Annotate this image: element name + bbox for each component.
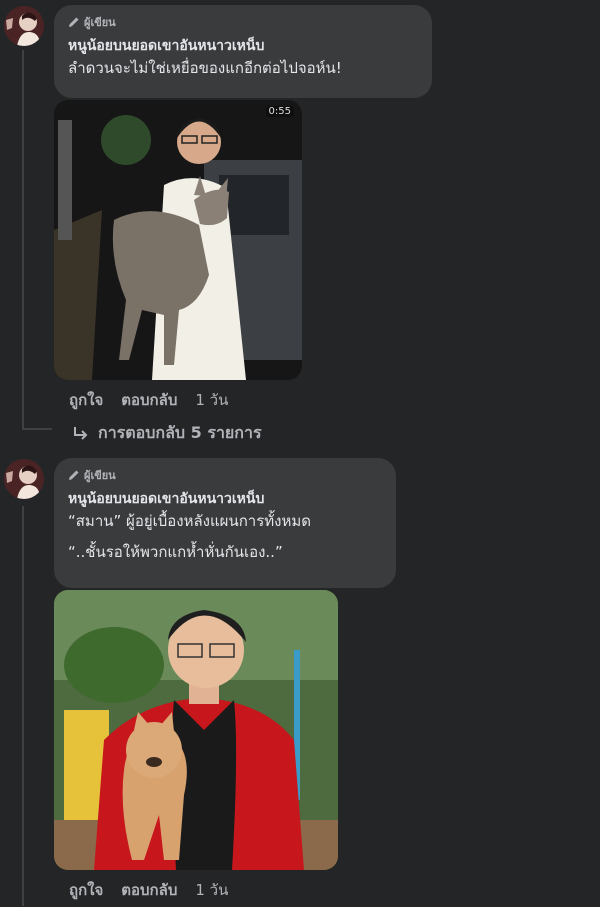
comment-bubble: ผู้เขียน หนูน้อยบนยอดเขาอันหนาวเหน็บ “สม… xyxy=(54,458,396,588)
thread-line xyxy=(22,50,24,428)
comment-text: “..ชั้นรอให้พวกแกห้ำหั่นกันเอง..” xyxy=(68,543,283,561)
pencil-icon xyxy=(69,17,79,27)
author-badge-label: ผู้เขียน xyxy=(84,16,116,29)
like-button[interactable]: ถูกใจ xyxy=(69,878,103,902)
comment-text: ลำดวนจะไม่ใช่เหยื่อของแกอีกต่อไปจอห์น! xyxy=(68,59,342,77)
comment-actions: ถูกใจ ตอบกลับ 1 วัน xyxy=(69,388,246,412)
avatar[interactable] xyxy=(4,6,44,46)
reply-arrow-icon xyxy=(74,426,88,440)
avatar[interactable] xyxy=(4,459,44,499)
like-button[interactable]: ถูกใจ xyxy=(69,388,103,412)
author-badge: ผู้เขียน xyxy=(68,467,383,483)
comment-text: “สมาน” ผู้อยู่เบื้องหลังแผนการทั้งหมด xyxy=(68,512,312,530)
pencil-icon xyxy=(69,470,79,480)
author-badge-label: ผู้เขียน xyxy=(84,469,116,482)
video-thumbnail[interactable]: 0:55 xyxy=(54,100,302,380)
comment-actions: ถูกใจ ตอบกลับ 1 วัน xyxy=(69,878,246,902)
comment-bubble: ผู้เขียน หนูน้อยบนยอดเขาอันหนาวเหน็บ ลำด… xyxy=(54,5,432,98)
thread-line xyxy=(22,506,24,906)
view-replies-button[interactable]: การตอบกลับ 5 รายการ xyxy=(72,421,262,446)
replies-count-label: การตอบกลับ 5 รายการ xyxy=(98,423,262,442)
timestamp: 1 วัน xyxy=(195,391,229,409)
reply-button[interactable]: ตอบกลับ xyxy=(121,878,177,902)
photo-thumbnail[interactable] xyxy=(54,590,338,870)
timestamp: 1 วัน xyxy=(195,881,229,899)
author-badge: ผู้เขียน xyxy=(68,14,419,30)
commenter-name[interactable]: หนูน้อยบนยอดเขาอันหนาวเหน็บ xyxy=(68,488,383,510)
commenter-name[interactable]: หนูน้อยบนยอดเขาอันหนาวเหน็บ xyxy=(68,35,419,57)
reply-button[interactable]: ตอบกลับ xyxy=(121,388,177,412)
video-duration: 0:55 xyxy=(265,106,294,117)
thread-line-curve xyxy=(22,428,52,430)
